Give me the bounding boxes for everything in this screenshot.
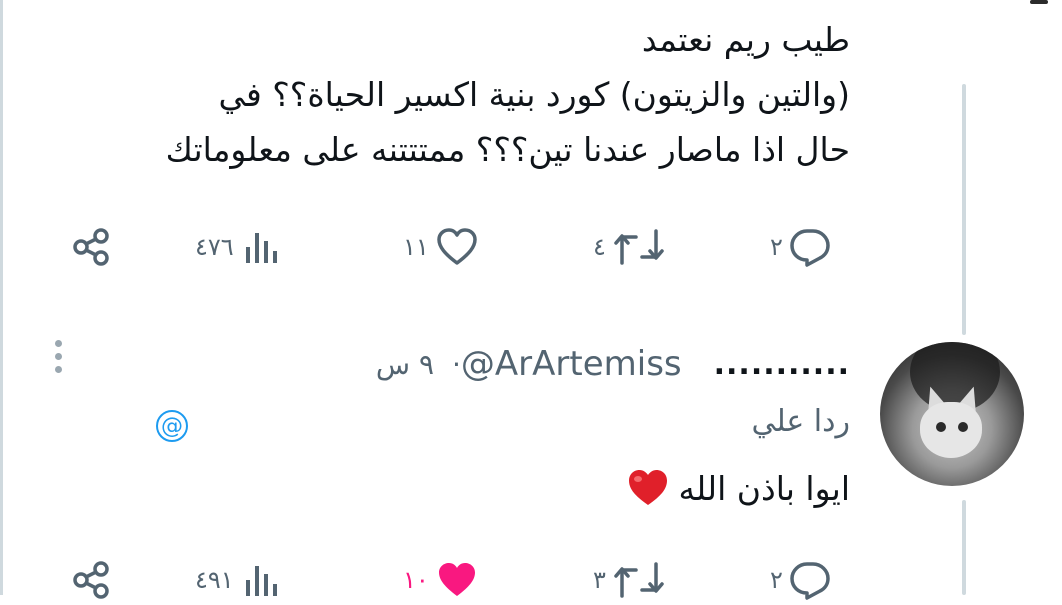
reply-action-bar: ٤٩١ ١٠ ٣ ٢	[70, 555, 850, 605]
red-heart-emoji-icon	[629, 470, 668, 505]
retweet-icon	[614, 562, 664, 598]
views-icon	[245, 233, 277, 263]
views-count: ٤٧٦	[195, 233, 234, 261]
share-button[interactable]	[70, 222, 114, 272]
reply-display-name[interactable]: ...........	[714, 347, 850, 382]
avatar[interactable]	[880, 342, 1024, 486]
views-button[interactable]: ٤٩١	[195, 555, 282, 605]
thread-line	[962, 84, 966, 335]
heart-filled-icon	[438, 563, 475, 596]
like-button[interactable]: ١٠	[403, 555, 479, 605]
reply-icon	[790, 229, 830, 267]
share-button[interactable]	[70, 555, 114, 605]
corner-mark	[1030, 0, 1048, 4]
replies-count: ٢	[770, 566, 783, 594]
views-icon	[245, 566, 277, 596]
replies-count: ٢	[770, 233, 783, 261]
reply-icon	[790, 562, 830, 600]
retweet-button[interactable]: ٤	[593, 222, 666, 272]
reply-handle[interactable]: @ArArtemiss	[461, 344, 682, 384]
more-options-icon[interactable]	[55, 340, 65, 380]
tweet-text: طيب ريم نعتمد (والتين والزيتون) كورد بني…	[30, 12, 850, 177]
reply-header: ٩ س · @ArArtemiss ...........	[330, 342, 850, 386]
retweet-icon	[614, 229, 664, 265]
retweets-count: ٣	[593, 566, 606, 594]
tweet-action-bar: ٤٧٦ ١١ ٤ ٢	[70, 222, 850, 272]
likes-count: ١٠	[403, 566, 429, 594]
views-count: ٤٩١	[195, 566, 234, 594]
at-icon: @	[156, 410, 188, 442]
reply-body: ايوا باذن الله	[678, 468, 850, 508]
left-border	[0, 0, 3, 595]
replying-to[interactable]: ردا علي	[751, 404, 850, 439]
reply-text: ايوا باذن الله	[626, 468, 850, 508]
tweet-line: (والتين والزيتون) كورد بنية اكسير الحياة…	[218, 75, 850, 114]
reply-button[interactable]: ٢	[770, 222, 833, 272]
tweet-line: حال اذا ماصار عندنا تين؟؟؟ ممتتتنه على م…	[165, 130, 850, 169]
reply-button[interactable]: ٢	[770, 555, 833, 605]
views-button[interactable]: ٤٧٦	[195, 222, 282, 272]
likes-count: ١١	[403, 233, 429, 261]
heart-outline-icon	[437, 228, 477, 265]
retweet-button[interactable]: ٣	[593, 555, 666, 605]
like-button[interactable]: ١١	[403, 222, 479, 272]
separator: ·	[452, 347, 461, 381]
reply-time[interactable]: ٩ س	[376, 348, 434, 381]
retweets-count: ٤	[593, 233, 606, 261]
tweet-line: طيب ريم نعتمد	[641, 20, 850, 59]
thread-line-bottom	[962, 500, 966, 595]
share-icon	[73, 228, 109, 266]
share-icon	[73, 561, 109, 599]
